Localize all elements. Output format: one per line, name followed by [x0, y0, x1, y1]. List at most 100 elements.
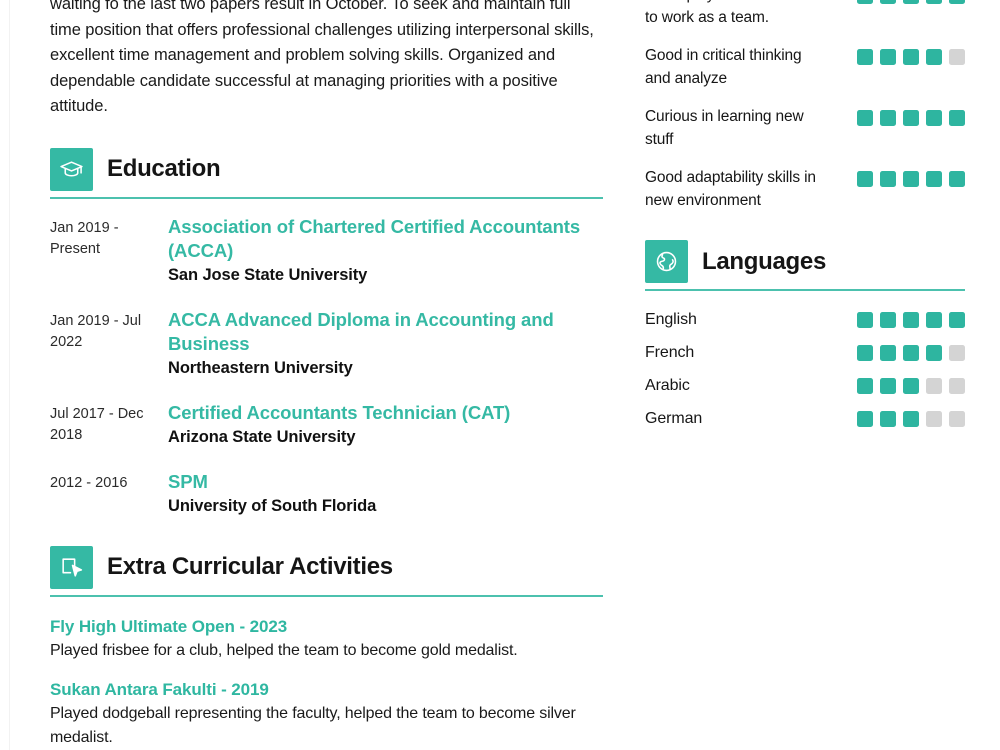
- activities-section-header: Extra Curricular Activities: [50, 545, 603, 589]
- rating-square-filled: [880, 312, 896, 328]
- skills-list: Team player when it comes to work as a t…: [645, 0, 965, 212]
- rating-square-filled: [903, 110, 919, 126]
- language-rating: [857, 345, 965, 361]
- left-column: waiting fo the last two papers result in…: [50, 0, 603, 750]
- rating-square-filled: [880, 411, 896, 427]
- skill-label: Good in critical thinking and analyze: [645, 47, 802, 87]
- activity-entry: Sukan Antara Fakulti - 2019 Played dodge…: [50, 678, 603, 750]
- rating-square-filled: [857, 312, 873, 328]
- rating-square-filled: [857, 411, 873, 427]
- activity-description: Played frisbee for a club, helped the te…: [50, 641, 518, 659]
- skill-row: Team player when it comes to work as a t…: [645, 0, 965, 29]
- rating-square-empty: [949, 345, 965, 361]
- rating-square-filled: [926, 110, 942, 126]
- rating-square-filled: [857, 0, 873, 4]
- activities-divider: [50, 594, 603, 597]
- skill-row: Curious in learning new stuff: [645, 106, 965, 151]
- page-left-margin: [0, 0, 10, 750]
- rating-square-filled: [903, 378, 919, 394]
- rating-square-filled: [903, 0, 919, 4]
- education-degree: Certified Accountants Technician (CAT): [168, 401, 511, 423]
- rating-square-filled: [926, 312, 942, 328]
- language-row: German: [645, 410, 965, 428]
- education-date: Jul 2017 - Dec 2018: [50, 405, 144, 443]
- languages-section-header: Languages: [645, 240, 965, 283]
- education-date: Jan 2019 - Present: [50, 219, 119, 257]
- language-label: English: [645, 311, 697, 328]
- rating-square-filled: [949, 110, 965, 126]
- rating-square-filled: [926, 0, 942, 4]
- rating-square-filled: [949, 312, 965, 328]
- education-degree: ACCA Advanced Diploma in Accounting and …: [168, 308, 554, 354]
- rating-square-empty: [949, 49, 965, 65]
- rating-square-filled: [880, 110, 896, 126]
- activity-title: Fly High Ultimate Open - 2023: [50, 616, 288, 636]
- education-list: Jan 2019 - Present Association of Charte…: [50, 215, 603, 518]
- rating-square-filled: [880, 378, 896, 394]
- education-school: San Jose State University: [168, 265, 368, 284]
- rating-square-filled: [857, 345, 873, 361]
- cursor-select-icon: [50, 545, 93, 589]
- skill-row: Good in critical thinking and analyze: [645, 45, 965, 90]
- rating-square-filled: [880, 345, 896, 361]
- rating-square-filled: [903, 345, 919, 361]
- rating-square-filled: [903, 171, 919, 187]
- rating-square-empty: [926, 411, 942, 427]
- rating-square-filled: [949, 0, 965, 4]
- rating-square-filled: [949, 171, 965, 187]
- language-label: French: [645, 344, 695, 361]
- education-school: University of South Florida: [168, 496, 377, 515]
- rating-square-filled: [903, 312, 919, 328]
- education-details: Certified Accountants Technician (CAT) A…: [168, 401, 603, 449]
- language-rating: [857, 411, 965, 427]
- activity-description: Played dodgeball representing the facult…: [50, 704, 576, 746]
- rating-square-filled: [926, 345, 942, 361]
- rating-square-filled: [880, 49, 896, 65]
- languages-title: Languages: [702, 247, 826, 275]
- skill-rating: [857, 45, 965, 65]
- rating-square-filled: [880, 171, 896, 187]
- education-details: SPM University of South Florida: [168, 470, 603, 518]
- education-entry: 2012 - 2016 SPM University of South Flor…: [50, 470, 603, 518]
- education-school: Northeastern University: [168, 358, 353, 377]
- rating-square-filled: [926, 49, 942, 65]
- language-row: English: [645, 311, 965, 329]
- right-column: Team player when it comes to work as a t…: [645, 0, 965, 443]
- rating-square-empty: [926, 378, 942, 394]
- languages-list: English French Arabic German: [645, 311, 965, 428]
- skill-row: Good adaptability skills in new environm…: [645, 167, 965, 212]
- graduation-cap-icon: [50, 147, 93, 191]
- rating-square-filled: [926, 171, 942, 187]
- skill-rating: [857, 106, 965, 126]
- skill-label: Curious in learning new stuff: [645, 108, 804, 148]
- rating-square-filled: [880, 0, 896, 4]
- rating-square-filled: [903, 411, 919, 427]
- education-date: 2012 - 2016: [50, 474, 128, 491]
- summary-paragraph: waiting fo the last two papers result in…: [50, 0, 594, 115]
- education-details: Association of Chartered Certified Accou…: [168, 215, 603, 287]
- education-degree: SPM: [168, 470, 208, 492]
- language-label: Arabic: [645, 377, 690, 394]
- skill-rating: [857, 0, 965, 4]
- rating-square-filled: [857, 378, 873, 394]
- education-school: Arizona State University: [168, 427, 356, 446]
- language-row: French: [645, 344, 965, 362]
- education-entry: Jul 2017 - Dec 2018 Certified Accountant…: [50, 401, 603, 449]
- skill-rating: [857, 167, 965, 187]
- rating-square-filled: [857, 110, 873, 126]
- language-rating: [857, 378, 965, 394]
- education-entry: Jan 2019 - Present Association of Charte…: [50, 215, 603, 287]
- skill-label: Good adaptability skills in new environm…: [645, 169, 816, 209]
- education-details: ACCA Advanced Diploma in Accounting and …: [168, 308, 603, 380]
- education-title: Education: [107, 155, 221, 182]
- education-entry: Jan 2019 - Jul 2022 ACCA Advanced Diplom…: [50, 308, 603, 380]
- language-rating: [857, 312, 965, 328]
- resume-page: waiting fo the last two papers result in…: [0, 0, 1000, 750]
- activities-title: Extra Curricular Activities: [107, 553, 393, 580]
- language-label: German: [645, 410, 703, 427]
- education-date: Jan 2019 - Jul 2022: [50, 312, 142, 350]
- rating-square-filled: [857, 49, 873, 65]
- education-degree: Association of Chartered Certified Accou…: [168, 215, 581, 261]
- education-section-header: Education: [50, 147, 603, 191]
- globe-icon: [645, 240, 688, 283]
